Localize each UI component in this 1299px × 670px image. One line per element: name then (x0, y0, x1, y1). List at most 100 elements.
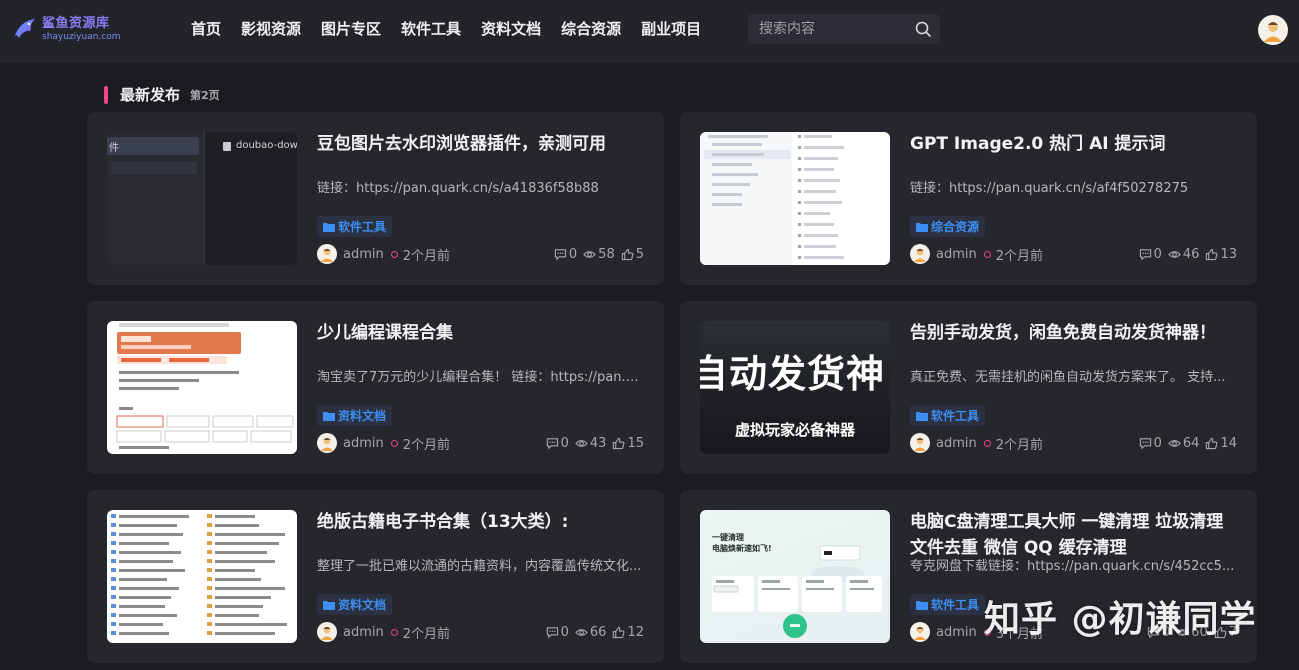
site-logo[interactable]: 鲨鱼资源库 shayuziyuan.com (12, 12, 122, 46)
shark-logo-icon (15, 19, 35, 38)
author-name[interactable]: admin (343, 625, 384, 640)
post-meta: admin 2个月前 0 64 14 (910, 432, 1237, 454)
main-nav: 首页 影视资源 图片专区 软件工具 资料文档 综合资源 副业项目 (191, 18, 701, 39)
thumbnail-file-list-image (700, 132, 844, 265)
author-name[interactable]: admin (343, 247, 384, 262)
comment-count: 0 (1139, 436, 1162, 451)
author-name[interactable]: admin (936, 247, 977, 262)
folder-icon (323, 600, 335, 610)
like-count[interactable]: 5 (621, 247, 644, 262)
view-count-value: 58 (598, 246, 615, 262)
comment-count-value: 0 (560, 435, 569, 451)
avatar-icon (321, 437, 333, 451)
category-tag-label: 资料文档 (338, 598, 387, 612)
post-meta: admin 2个月前 0 43 15 (317, 432, 644, 454)
comment-icon (554, 248, 567, 260)
avatar-icon (1264, 22, 1282, 42)
eye-icon (1168, 250, 1181, 258)
category-tag[interactable]: 综合资源 (910, 216, 986, 237)
nav-documents[interactable]: 资料文档 (481, 18, 541, 39)
nav-side-business[interactable]: 副业项目 (641, 18, 701, 39)
eye-icon (583, 250, 597, 258)
like-count[interactable]: 12 (612, 625, 644, 640)
post-title[interactable]: 告别手动发货，闲鱼免费自动发货神器！ (910, 320, 1240, 346)
author-avatar[interactable] (317, 622, 337, 642)
category-tag[interactable]: 资料文档 (317, 594, 393, 615)
avatar-icon (914, 437, 926, 451)
folder-icon (916, 411, 928, 421)
author-avatar[interactable] (317, 433, 337, 453)
view-count-value: 43 (589, 435, 607, 451)
view-count: 66 (575, 625, 606, 640)
post-card[interactable]: 件 doubao-downlo 豆包图片去水印浏览器插件，亲测可用 链接：htt… (87, 112, 664, 285)
post-thumbnail[interactable]: 一键清理 电脑焕新速如飞! (700, 510, 890, 643)
time-dot-icon (390, 250, 398, 258)
post-card[interactable]: 绝版古籍电子书合集（13大类）: 整理了一批已难以流通的古籍资料，内容覆盖传统文… (87, 490, 664, 663)
author-name[interactable]: admin (343, 436, 384, 451)
post-card[interactable]: GPT Image2.0 热门 AI 提示词 链接：https://pan.qu… (680, 112, 1257, 285)
time-dot-icon (983, 439, 991, 447)
category-tag[interactable]: 软件工具 (317, 216, 393, 237)
post-thumbnail[interactable] (107, 510, 297, 643)
post-time: 2个月前 (402, 437, 451, 453)
post-thumbnail[interactable]: 件 doubao-downlo (107, 132, 297, 265)
post-title[interactable]: 绝版古籍电子书合集（13大类）: (317, 509, 647, 535)
nav-video[interactable]: 影视资源 (241, 18, 301, 39)
like-count-value: 5 (635, 246, 644, 262)
post-meta: admin 2个月前 0 66 12 (317, 621, 644, 643)
like-count[interactable]: 14 (1205, 436, 1237, 451)
nav-images[interactable]: 图片专区 (321, 18, 381, 39)
thumbs-up-icon (613, 437, 625, 449)
post-meta: admin 2个月前 0 58 5 (317, 243, 644, 265)
folder-icon (323, 222, 335, 232)
nav-home[interactable]: 首页 (191, 18, 221, 39)
user-avatar[interactable] (1258, 15, 1288, 45)
post-thumbnail[interactable] (107, 321, 297, 454)
author-avatar[interactable] (910, 622, 930, 642)
section-accent-bar (104, 85, 108, 104)
search-input[interactable] (748, 21, 898, 37)
view-count: 43 (575, 435, 607, 451)
like-count-value: 13 (1220, 246, 1237, 262)
post-card[interactable]: 自动发货神 虚拟玩家必备神器 告别手动发货，闲鱼免费自动发货神器！ 真正免费、无… (680, 301, 1257, 474)
thumbnail-app-image (712, 545, 882, 638)
comment-icon (546, 437, 558, 449)
category-tag[interactable]: 软件工具 (910, 405, 986, 426)
post-card[interactable]: 少儿编程课程合集 淘宝卖了7万元的少儿编程合集！ 链接：https://pan.… (87, 301, 664, 474)
eye-icon (575, 439, 588, 447)
post-stats: 0 43 15 (546, 436, 644, 451)
comment-count-value: 0 (1153, 435, 1162, 451)
folder-icon (916, 600, 928, 610)
like-count-value: 14 (1220, 435, 1237, 451)
post-title[interactable]: GPT Image2.0 热门 AI 提示词 (910, 131, 1240, 157)
author-name[interactable]: admin (936, 436, 977, 451)
author-avatar[interactable] (317, 244, 337, 264)
category-tag[interactable]: 资料文档 (317, 405, 393, 426)
author-avatar[interactable] (910, 433, 930, 453)
post-thumbnail[interactable]: 自动发货神 虚拟玩家必备神器 (700, 321, 890, 454)
post-thumbnail[interactable] (700, 132, 890, 265)
post-time: 2个月前 (995, 437, 1044, 453)
file-icon (223, 142, 231, 151)
post-title[interactable]: 豆包图片去水印浏览器插件，亲测可用 (317, 131, 647, 157)
like-count-value: 12 (627, 624, 644, 640)
nav-general[interactable]: 综合资源 (561, 18, 621, 39)
thumbnail-caption: 虚拟玩家必备神器 (734, 421, 855, 439)
eye-icon (1168, 439, 1181, 447)
view-count: 58 (583, 247, 615, 262)
like-count[interactable]: 13 (1205, 247, 1237, 262)
post-title[interactable]: 电脑C盘清理工具大师 一键清理 垃圾清理 文件去重 微信 QQ 缓存清理 (910, 509, 1240, 561)
author-name[interactable]: admin (936, 625, 977, 640)
category-tag[interactable]: 软件工具 (910, 594, 986, 615)
folder-icon (323, 411, 335, 421)
author-avatar[interactable] (910, 244, 930, 264)
section-title: 最新发布 (120, 86, 181, 104)
logo-title: 鲨鱼资源库 (42, 15, 110, 31)
nav-software[interactable]: 软件工具 (401, 18, 461, 39)
like-count[interactable]: 15 (612, 436, 644, 451)
post-title[interactable]: 少儿编程课程合集 (317, 320, 647, 346)
search-icon[interactable] (914, 20, 932, 38)
page-indicator: 第2页 (190, 88, 220, 102)
thumbnail-file-list-image (111, 514, 287, 635)
comment-count-value: 0 (568, 246, 578, 262)
